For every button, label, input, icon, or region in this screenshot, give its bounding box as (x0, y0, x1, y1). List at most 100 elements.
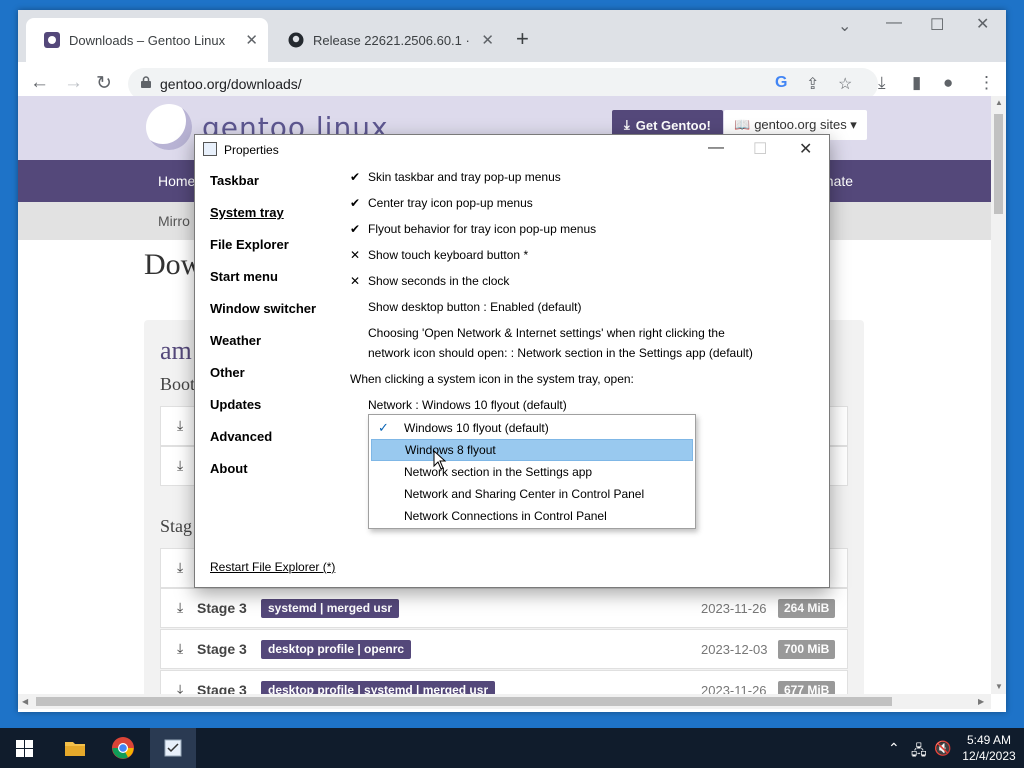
option-network-open-line2[interactable]: network icon should open: : Network sect… (368, 343, 753, 363)
dialog-titlebar[interactable]: Properties — ☐ ✕ (195, 135, 829, 165)
dialog-close-icon[interactable]: ✕ (799, 139, 812, 159)
checkmark-icon: ✔ (350, 170, 361, 184)
option-flyout-behavior[interactable]: ✔ Flyout behavior for tray icon pop-up me… (350, 219, 596, 239)
close-tab-icon[interactable]: ✕ (481, 31, 494, 49)
download-row[interactable]: ⤓ Stage 3 desktop profile | systemd | me… (160, 670, 848, 694)
variant-tag: systemd | merged usr (261, 599, 400, 618)
sidebar-item-other[interactable]: Other (210, 365, 245, 380)
download-icon: ⤓ (177, 559, 184, 575)
option-skin-menus[interactable]: ✔ Skin taskbar and tray pop-up menus (350, 167, 561, 187)
menu-item-settings-app[interactable]: Network section in the Settings app (371, 461, 693, 483)
option-label: Flyout behavior for tray icon pop-up men… (368, 222, 597, 236)
option-label: Center tray icon pop-up menus (368, 196, 533, 210)
menu-item-sharing-center[interactable]: Network and Sharing Center in Control Pa… (371, 483, 693, 505)
option-center-menus[interactable]: ✔ Center tray icon pop-up menus (350, 193, 533, 213)
restart-explorer-link[interactable]: Restart File Explorer (*) (210, 560, 335, 574)
vertical-scrollbar[interactable]: ▲ ▼ (991, 96, 1006, 694)
nav-home[interactable]: Home (158, 173, 195, 189)
boot-section-label: Boot (160, 374, 196, 394)
option-network-flyout[interactable]: Network : Windows 10 flyout (default) (368, 395, 567, 415)
tab-release-github[interactable]: Release 22621.2506.60.1 · valinet ✕ (270, 18, 504, 62)
scroll-right-icon[interactable]: ▶ (978, 697, 984, 706)
scroll-down-icon[interactable]: ▼ (995, 682, 1003, 691)
scroll-left-icon[interactable]: ◀ (22, 697, 28, 706)
menu-kebab-icon[interactable]: ⋮ (978, 73, 995, 93)
download-icon: ⤓ (624, 117, 630, 132)
cross-icon: ✕ (350, 248, 361, 262)
taskbar-clock[interactable]: 5:49 AM 12/4/2023 (958, 732, 1020, 764)
tab-downloads-gentoo[interactable]: Downloads – Gentoo Linux ✕ (26, 18, 268, 62)
gentoo-favicon-icon (44, 32, 60, 48)
sidebar-item-updates[interactable]: Updates (210, 397, 261, 412)
horizontal-scrollbar[interactable]: ◀ ▶ (18, 694, 991, 709)
size-badge: 264 MiB (778, 599, 836, 618)
download-row[interactable]: ⤓ Stage 3 desktop profile | openrc 2023-… (160, 629, 848, 669)
breadcrumb-text[interactable]: Mirro (158, 213, 190, 229)
forward-icon[interactable]: → (64, 72, 83, 94)
close-window-icon[interactable]: ✕ (976, 14, 989, 34)
download-icon: ⤓ (177, 640, 184, 656)
stage-section-label: Stag (160, 516, 193, 536)
sidebar-item-file-explorer[interactable]: File Explorer (210, 237, 289, 252)
windows-start-icon[interactable] (16, 740, 33, 757)
dialog-maximize-icon: ☐ (753, 141, 768, 158)
minimize-icon[interactable]: — (886, 14, 902, 32)
variant-tag: desktop profile | systemd | merged usr (261, 681, 496, 694)
option-show-desktop[interactable]: Show desktop button : Enabled (default) (368, 297, 581, 317)
url-text: gentoo.org/downloads/ (160, 76, 302, 92)
stage-label: Stage 3 (197, 682, 247, 694)
google-translate-icon[interactable]: G (775, 74, 787, 92)
download-icon: ⤓ (177, 417, 184, 433)
scroll-thumb[interactable] (36, 697, 892, 706)
network-icon[interactable]: 🖧 (911, 740, 927, 764)
new-tab-icon[interactable]: + (516, 26, 529, 52)
sidebar-item-start-menu[interactable]: Start menu (210, 269, 278, 284)
close-tab-icon[interactable]: ✕ (245, 31, 258, 49)
dialog-minimize-icon[interactable]: — (708, 139, 724, 157)
sidebar-item-advanced[interactable]: Advanced (210, 429, 272, 444)
back-icon[interactable]: ← (30, 72, 49, 94)
sidebar-item-about[interactable]: About (210, 461, 248, 476)
cross-icon: ✕ (350, 274, 361, 288)
file-explorer-taskbar-button[interactable] (52, 728, 98, 768)
bookmark-star-icon[interactable]: ☆ (838, 74, 852, 94)
clock-time: 5:49 AM (966, 733, 1012, 747)
stage-label: Stage 3 (197, 641, 247, 657)
menu-item-windows8-flyout[interactable]: Windows 8 flyout (371, 439, 693, 461)
reload-icon[interactable]: ↻ (96, 72, 112, 95)
size-badge: 677 MiB (778, 681, 836, 694)
checkmark-icon: ✓ (378, 420, 389, 435)
menu-item-windows10-flyout[interactable]: ✓ Windows 10 flyout (default) (371, 417, 693, 439)
side-panel-icon[interactable]: ▮ (912, 73, 921, 93)
option-network-open-line1[interactable]: Choosing 'Open Network & Internet settin… (368, 323, 725, 343)
scroll-thumb[interactable] (994, 114, 1003, 214)
release-date: 2023-11-26 (701, 683, 767, 694)
sidebar-item-window-switcher[interactable]: Window switcher (210, 301, 316, 316)
option-label: Skin taskbar and tray pop-up menus (368, 170, 561, 184)
github-favicon-icon (288, 32, 304, 48)
show-hidden-icons-chevron-icon[interactable]: ⌃ (888, 740, 900, 757)
option-seconds-clock[interactable]: ✕ Show seconds in the clock (350, 271, 509, 291)
sidebar-item-weather[interactable]: Weather (210, 333, 261, 348)
release-date: 2023-12-03 (701, 642, 768, 657)
chrome-taskbar-button[interactable] (100, 728, 146, 768)
download-row[interactable]: ⤓ Stage 3 systemd | merged usr 2023-11-2… (160, 588, 848, 628)
menu-item-label: Network Connections in Control Panel (404, 509, 607, 523)
network-flyout-menu: ✓ Windows 10 flyout (default) Windows 8 … (368, 414, 696, 529)
share-icon[interactable]: ⇪ (806, 74, 819, 94)
scroll-up-icon[interactable]: ▲ (995, 98, 1003, 107)
profile-avatar-icon[interactable]: ● (943, 73, 953, 93)
properties-taskbar-button[interactable] (150, 728, 196, 768)
tab-strip: Downloads – Gentoo Linux ✕ Release 22621… (18, 10, 1006, 62)
sidebar-item-system-tray[interactable]: System tray (210, 205, 284, 220)
downloads-icon[interactable]: ⤓ (878, 73, 886, 93)
book-icon: 📖 (734, 117, 751, 132)
sidebar-item-taskbar[interactable]: Taskbar (210, 173, 259, 188)
release-date: 2023-11-26 (701, 601, 767, 616)
dialog-title: Properties (224, 143, 279, 157)
menu-item-network-connections[interactable]: Network Connections in Control Panel (371, 505, 693, 527)
option-touch-keyboard[interactable]: ✕ Show touch keyboard button * (350, 245, 528, 265)
maximize-icon[interactable]: ☐ (930, 15, 944, 35)
tab-search-chevron-icon[interactable]: ⌄ (838, 16, 851, 36)
volume-muted-icon[interactable]: 🔇 (934, 740, 951, 757)
